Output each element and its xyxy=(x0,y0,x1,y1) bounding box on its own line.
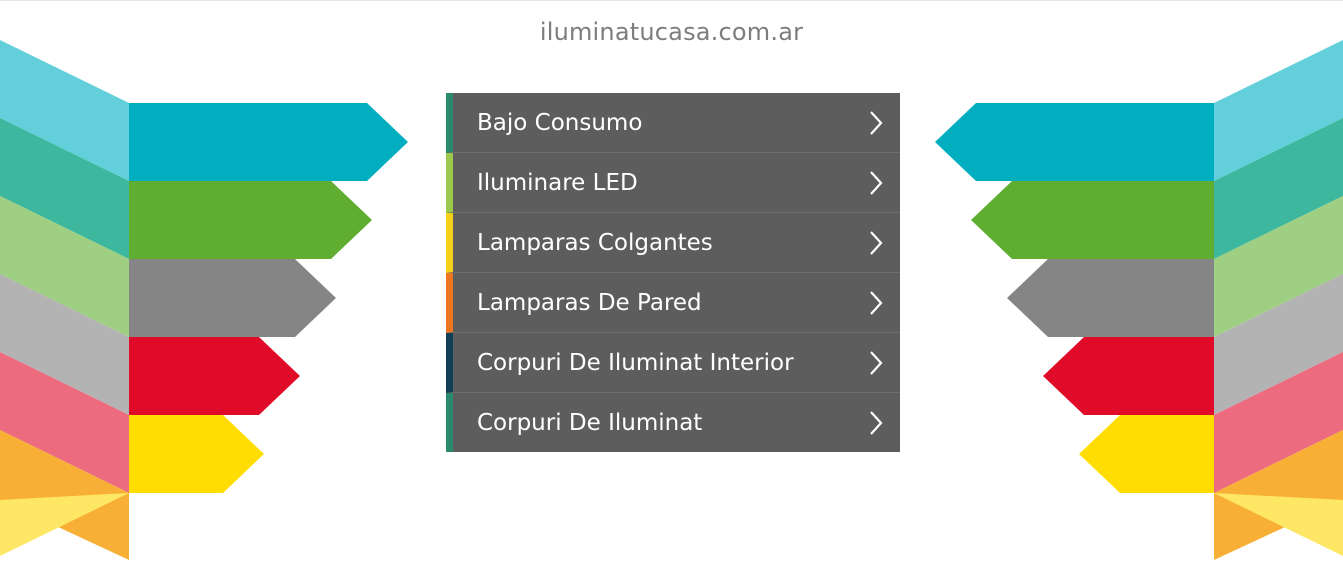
right-arrow-red xyxy=(1043,337,1214,415)
menu-item-lamparas-colgantes[interactable]: Lamparas Colgantes xyxy=(446,213,900,273)
menu-item-label: Corpuri De Iluminat Interior xyxy=(477,349,794,376)
chevron-right-icon xyxy=(870,350,883,375)
menu-item-label: Lamparas De Pared xyxy=(477,289,702,316)
left-arrows-decoration xyxy=(0,40,408,560)
menu-item-corpuri-de-iluminat-interior[interactable]: Corpuri De Iluminat Interior xyxy=(446,333,900,393)
right-arrows-decoration xyxy=(935,40,1343,560)
left-arrow-teal xyxy=(129,103,408,181)
chevron-right-icon xyxy=(870,110,883,135)
menu-item-label: Corpuri De Iluminat xyxy=(477,409,703,436)
left-arrow-green xyxy=(129,181,372,259)
chevron-right-icon xyxy=(870,230,883,255)
right-arrow-gray xyxy=(1007,259,1214,337)
menu-item-corpuri-de-iluminat[interactable]: Corpuri De Iluminat xyxy=(446,393,900,452)
left-arrow-yellow xyxy=(129,415,264,493)
right-arrow-teal xyxy=(935,103,1214,181)
chevron-right-icon xyxy=(870,410,883,435)
left-arrow-gray xyxy=(129,259,336,337)
menu-item-iluminare-led[interactable]: Iluminare LED xyxy=(446,153,900,213)
menu-item-label: Iluminare LED xyxy=(477,169,638,196)
menu-item-lamparas-de-pared[interactable]: Lamparas De Pared xyxy=(446,273,900,333)
menu-item-bajo-consumo[interactable]: Bajo Consumo xyxy=(446,93,900,153)
category-menu: Bajo Consumo Iluminare LED Lamparas Colg… xyxy=(446,93,900,452)
right-arrow-yellow xyxy=(1079,415,1214,493)
chevron-right-icon xyxy=(870,170,883,195)
chevron-right-icon xyxy=(870,290,883,315)
right-arrow-green xyxy=(971,181,1214,259)
menu-item-label: Bajo Consumo xyxy=(477,109,643,136)
menu-item-label: Lamparas Colgantes xyxy=(477,229,713,256)
left-arrow-red xyxy=(129,337,300,415)
